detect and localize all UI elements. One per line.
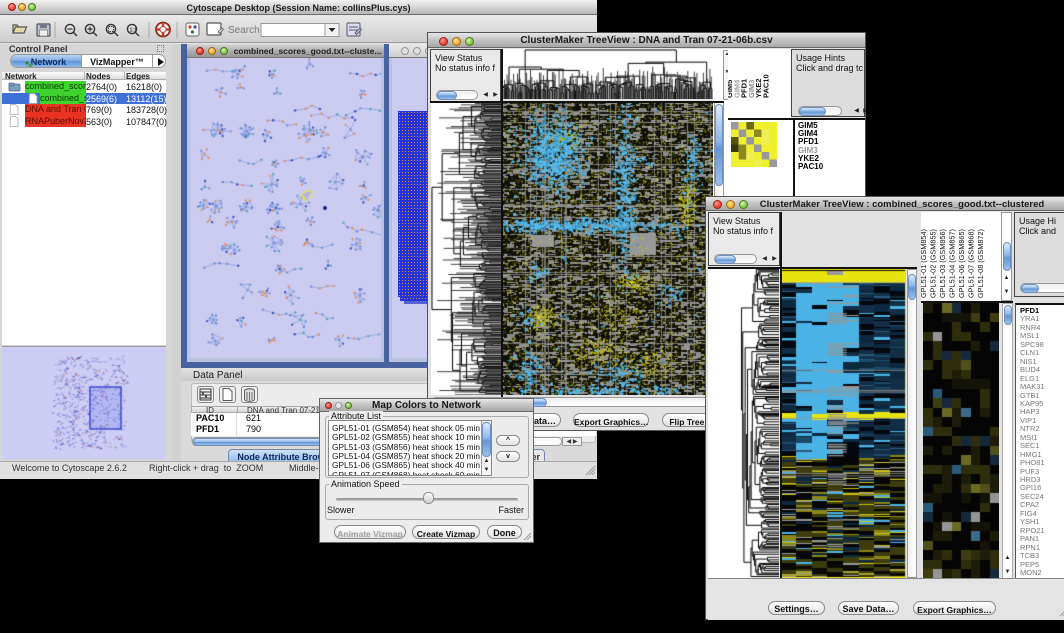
svg-text:GPL51-06 (GSM865): GPL51-06 (GSM865)	[957, 229, 966, 298]
svg-text:GPL51-07 (GSM868): GPL51-07 (GSM868)	[967, 229, 976, 298]
svg-text:GPL51-04 (GSM857): GPL51-04 (GSM857)	[948, 229, 957, 298]
svg-text:Search:: Search:	[228, 25, 262, 36]
svg-text:GPL51-01 (GSM854): GPL51-01 (GSM854)	[921, 229, 928, 298]
svg-text:PAC10: PAC10	[762, 74, 771, 98]
svg-text:GPL51-02 (GSM855): GPL51-02 (GSM855)	[929, 229, 938, 298]
svg-text:GPL51-03 (GSM856): GPL51-03 (GSM856)	[938, 229, 947, 298]
svg-text:1:1: 1:1	[130, 28, 137, 34]
svg-text:GPL51-08 (GSM872): GPL51-08 (GSM872)	[976, 229, 985, 298]
